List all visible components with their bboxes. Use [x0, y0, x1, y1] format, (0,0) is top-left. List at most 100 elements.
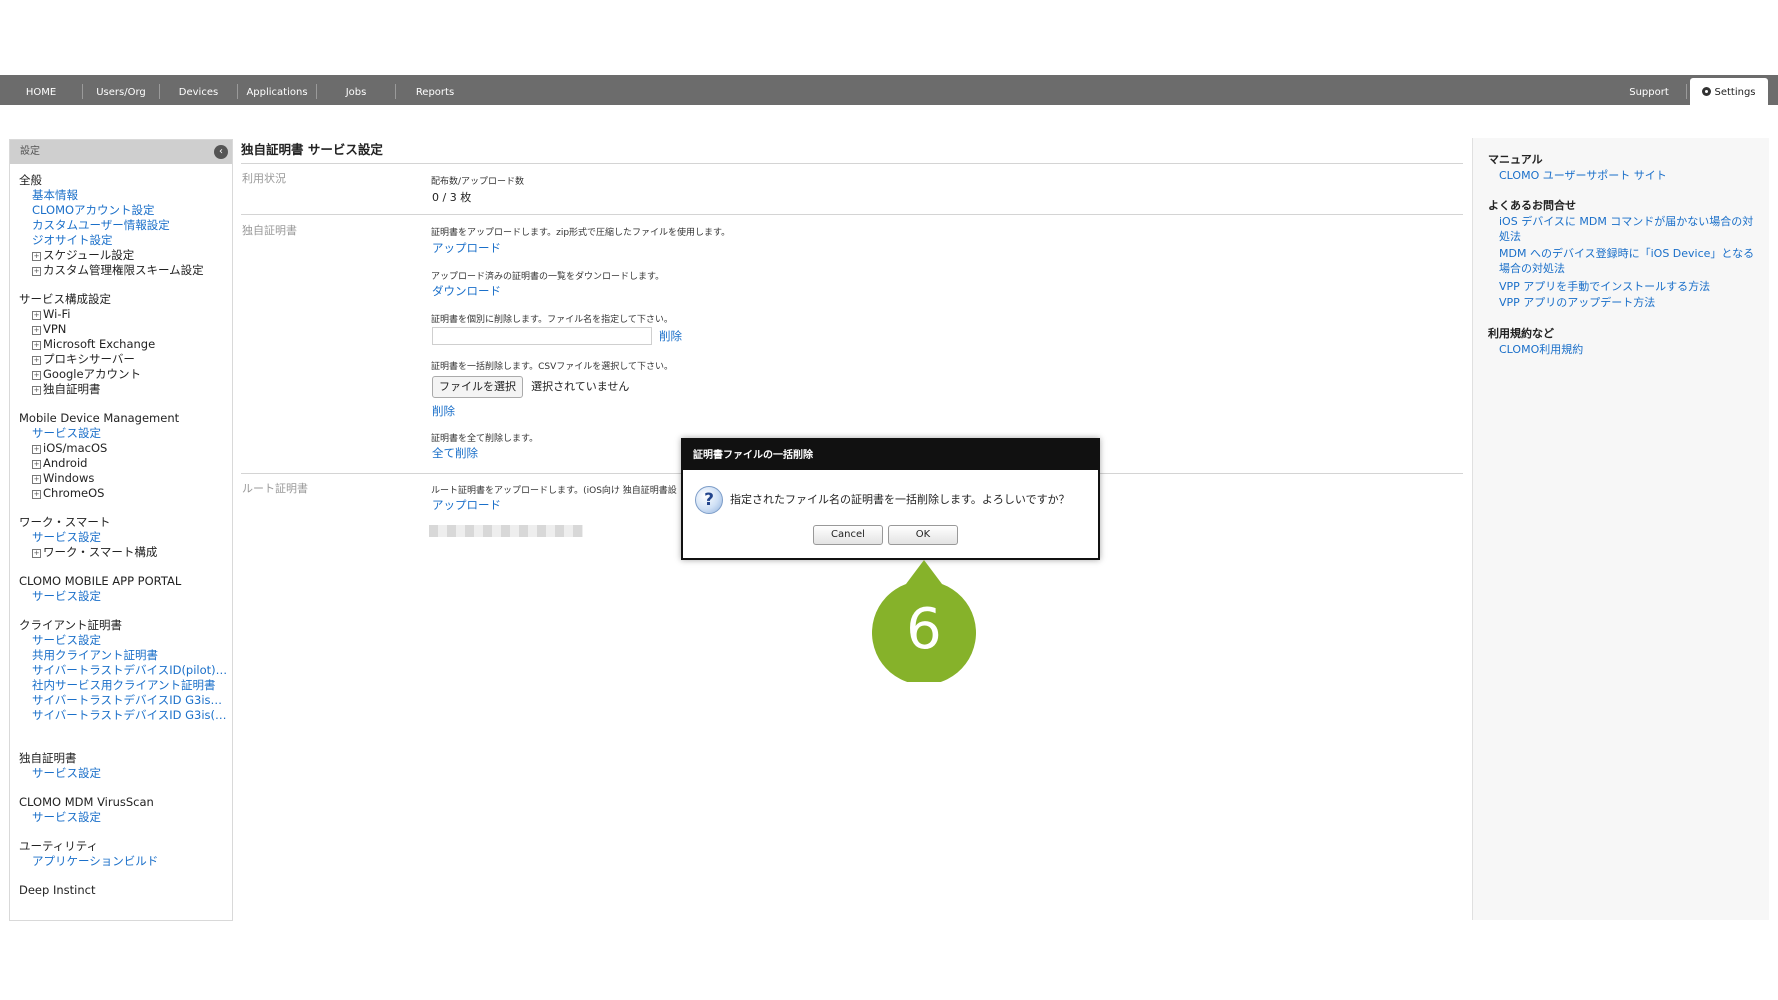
faq-link[interactable]: VPP アプリのアップデート方法	[1499, 295, 1761, 310]
upload-description: 証明書をアップロードします。zip形式で圧縮したファイルを使用します。	[431, 228, 731, 238]
delete-all-link[interactable]: 全て削除	[432, 445, 478, 461]
download-description: アップロード済みの証明書の一覧をダウンロードします。	[431, 272, 665, 282]
sidebar-section-title: 全般	[19, 173, 42, 187]
manual-title: マニュアル	[1488, 153, 1543, 166]
sidebar-link[interactable]: 社内サービス用クライアント証明書	[19, 678, 228, 693]
expand-icon[interactable]: +	[32, 460, 41, 469]
nav-applications[interactable]: Applications	[238, 75, 316, 105]
faq-title: よくあるお問合せ	[1488, 199, 1576, 212]
expand-icon[interactable]: +	[32, 341, 41, 350]
sidebar-link[interactable]: サービス設定	[19, 589, 228, 604]
sidebar-link[interactable]: CLOMOアカウント設定	[19, 203, 228, 218]
cancel-button[interactable]: Cancel	[813, 525, 883, 545]
download-link[interactable]: ダウンロード	[432, 283, 501, 299]
nav-users-org[interactable]: Users/Org	[83, 75, 159, 105]
sidebar-expandable-item[interactable]: + Googleアカウント	[19, 367, 228, 382]
sidebar-link[interactable]: アプリケーションビルド	[19, 854, 228, 869]
expand-icon[interactable]: +	[32, 252, 41, 261]
sidebar-item-label: スケジュール設定	[43, 248, 135, 262]
nav-settings-tab[interactable]: Settings	[1690, 78, 1768, 105]
collapse-sidebar-icon[interactable]: ‹	[214, 145, 228, 159]
terms-title: 利用規約など	[1488, 327, 1554, 340]
sidebar-link[interactable]: サービス設定	[19, 633, 228, 648]
usage-label: 利用状況	[242, 172, 286, 185]
sidebar-section-title: サービス構成設定	[19, 292, 111, 306]
bulk-delete-confirm-dialog: 証明書ファイルの一括削除 ? 指定されたファイル名の証明書を一括削除します。よろ…	[681, 438, 1100, 560]
sidebar-item-label: iOS/macOS	[43, 441, 108, 455]
bulk-delete-link[interactable]: 削除	[432, 403, 455, 419]
step-marker: 6	[872, 560, 976, 685]
usage-description: 配布数/アップロード数	[431, 177, 525, 187]
sidebar-link[interactable]: カスタムユーザー情報設定	[19, 218, 228, 233]
expand-icon[interactable]: +	[32, 490, 41, 499]
sidebar-section-title: CLOMO MDM VirusScan	[19, 795, 154, 809]
expand-icon[interactable]: +	[32, 356, 41, 365]
expand-icon[interactable]: +	[32, 475, 41, 484]
sidebar-expandable-item[interactable]: + Windows	[19, 471, 228, 486]
expand-icon[interactable]: +	[32, 549, 41, 558]
expand-icon[interactable]: +	[32, 326, 41, 335]
nav-support[interactable]: Support	[1614, 75, 1684, 105]
sidebar-link[interactable]: サービス設定	[19, 530, 228, 545]
sidebar-expandable-item[interactable]: + スケジュール設定	[19, 248, 228, 263]
sidebar-item-label: Microsoft Exchange	[43, 337, 156, 351]
sidebar-expandable-item[interactable]: + VPN	[19, 322, 228, 337]
dialog-message: 指定されたファイル名の証明書を一括削除します。よろしいですか？	[730, 493, 1070, 506]
delete-one-link[interactable]: 削除	[659, 328, 682, 344]
expand-icon[interactable]: +	[32, 445, 41, 454]
main-content: 独自証明書 サービス設定 利用状況 配布数/アップロード数 0 / 3 枚 独自…	[241, 140, 1463, 537]
sidebar-link[interactable]: サイバートラストデバイスID G3is…	[19, 693, 228, 708]
nav-home[interactable]: HOME	[0, 75, 82, 105]
expand-icon[interactable]: +	[32, 267, 41, 276]
ok-button[interactable]: OK	[888, 525, 958, 545]
sidebar-expandable-item[interactable]: + 独自証明書	[19, 382, 228, 397]
nav-devices[interactable]: Devices	[160, 75, 237, 105]
nav-reports[interactable]: Reports	[396, 75, 474, 105]
help-panel: マニュアル CLOMO ユーザーサポート サイト よくあるお問合せ iOS デバ…	[1472, 138, 1769, 920]
faq-link[interactable]: MDM へのデバイス登録時に「iOS Device」となる場合の対処法	[1499, 246, 1761, 276]
faq-link[interactable]: VPP アプリを手動でインストールする方法	[1499, 279, 1761, 294]
dialog-title: 証明書ファイルの一括削除	[683, 440, 1098, 470]
sidebar-link[interactable]: 共用クライアント証明書	[19, 648, 228, 663]
sidebar-section-title: 独自証明書	[19, 751, 77, 765]
faq-link[interactable]: iOS デバイスに MDM コマンドが届かない場合の対処法	[1499, 214, 1761, 244]
usage-count: 0 / 3 枚	[432, 191, 472, 204]
sidebar-item-label: カスタム管理権限スキーム設定	[43, 263, 204, 277]
sidebar-section-title: クライアント証明書	[19, 618, 123, 632]
own-cert-label: 独自証明書	[242, 224, 297, 237]
sidebar-link[interactable]: サイバートラストデバイスID(pilot)…	[19, 663, 228, 678]
upload-link[interactable]: アップロード	[432, 240, 501, 256]
nav-settings-label: Settings	[1714, 87, 1756, 98]
sidebar-expandable-item[interactable]: + Microsoft Exchange	[19, 337, 228, 352]
filename-input[interactable]	[432, 327, 652, 345]
sidebar-expandable-item[interactable]: + iOS/macOS	[19, 441, 228, 456]
root-upload-link[interactable]: アップロード	[432, 497, 501, 513]
sidebar-link[interactable]: サービス設定	[19, 810, 228, 825]
sidebar-expandable-item[interactable]: + Android	[19, 456, 228, 471]
sidebar-item-label: 独自証明書	[43, 382, 101, 396]
sidebar-expandable-item[interactable]: + プロキシサーバー	[19, 352, 228, 367]
sidebar-expandable-item[interactable]: + Wi-Fi	[19, 307, 228, 322]
sidebar-expandable-item[interactable]: + ワーク・スマート構成	[19, 545, 228, 560]
expand-icon[interactable]: +	[32, 386, 41, 395]
nav-divider	[1686, 84, 1687, 99]
expand-icon[interactable]: +	[32, 311, 41, 320]
root-cert-description: ルート証明書をアップロードします。(iOS向け 独自証明書設	[431, 486, 677, 496]
sidebar-expandable-item[interactable]: + カスタム管理権限スキーム設定	[19, 263, 228, 278]
divider	[241, 214, 1463, 215]
terms-link[interactable]: CLOMO利用規約	[1499, 342, 1761, 357]
sidebar-link[interactable]: サービス設定	[19, 766, 228, 781]
sidebar-item-label: ChromeOS	[43, 486, 105, 500]
manual-link[interactable]: CLOMO ユーザーサポート サイト	[1499, 168, 1761, 183]
nav-jobs[interactable]: Jobs	[317, 75, 395, 105]
sidebar-link[interactable]: 基本情報	[19, 188, 228, 203]
question-icon: ?	[695, 486, 723, 514]
expand-icon[interactable]: +	[32, 371, 41, 380]
sidebar-header-title: 設定	[20, 146, 40, 157]
sidebar-expandable-item[interactable]: + ChromeOS	[19, 486, 228, 501]
choose-file-button[interactable]: ファイルを選択	[432, 376, 523, 398]
sidebar-item-label: Googleアカウント	[43, 367, 142, 381]
sidebar-link[interactable]: サイバートラストデバイスID G3is(…	[19, 708, 228, 723]
sidebar-link[interactable]: サービス設定	[19, 426, 228, 441]
sidebar-link[interactable]: ジオサイト設定	[19, 233, 228, 248]
